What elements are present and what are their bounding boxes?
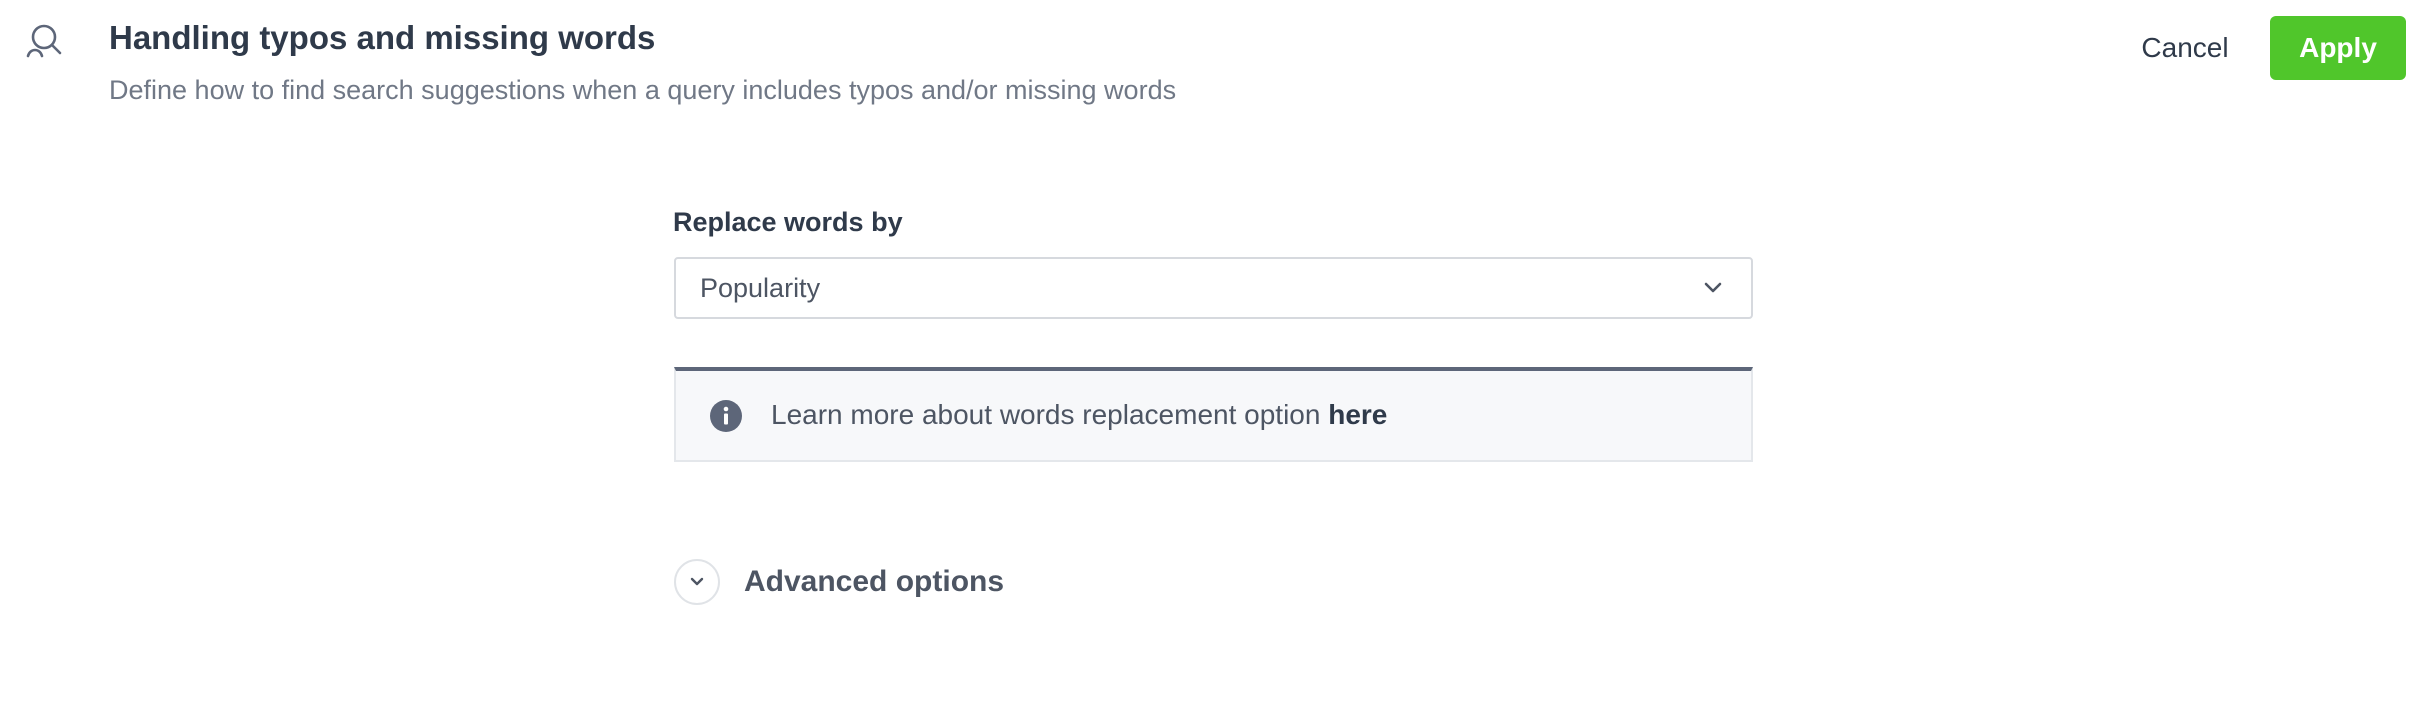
info-banner: Learn more about words replacement optio… (674, 367, 1753, 462)
chevron-down-icon (1703, 279, 1723, 297)
info-message: Learn more about words replacement optio… (771, 399, 1321, 430)
page-title: Handling typos and missing words (109, 19, 656, 56)
info-text: Learn more about words replacement optio… (771, 397, 1387, 433)
info-link[interactable]: here (1328, 399, 1387, 430)
chevron-down-icon[interactable] (674, 559, 720, 605)
advanced-options-label: Advanced options (744, 565, 1005, 598)
replace-words-select[interactable]: Popularity (674, 257, 1753, 319)
info-icon (709, 399, 743, 433)
search-person-icon (24, 22, 64, 62)
advanced-options-toggle[interactable]: Advanced options (674, 557, 1004, 607)
replace-words-label: Replace words by (673, 207, 903, 237)
cancel-button[interactable]: Cancel (2128, 20, 2242, 76)
select-value: Popularity (700, 273, 821, 303)
page-subtitle: Define how to find search suggestions wh… (109, 75, 1177, 105)
apply-button[interactable]: Apply (2270, 16, 2406, 80)
